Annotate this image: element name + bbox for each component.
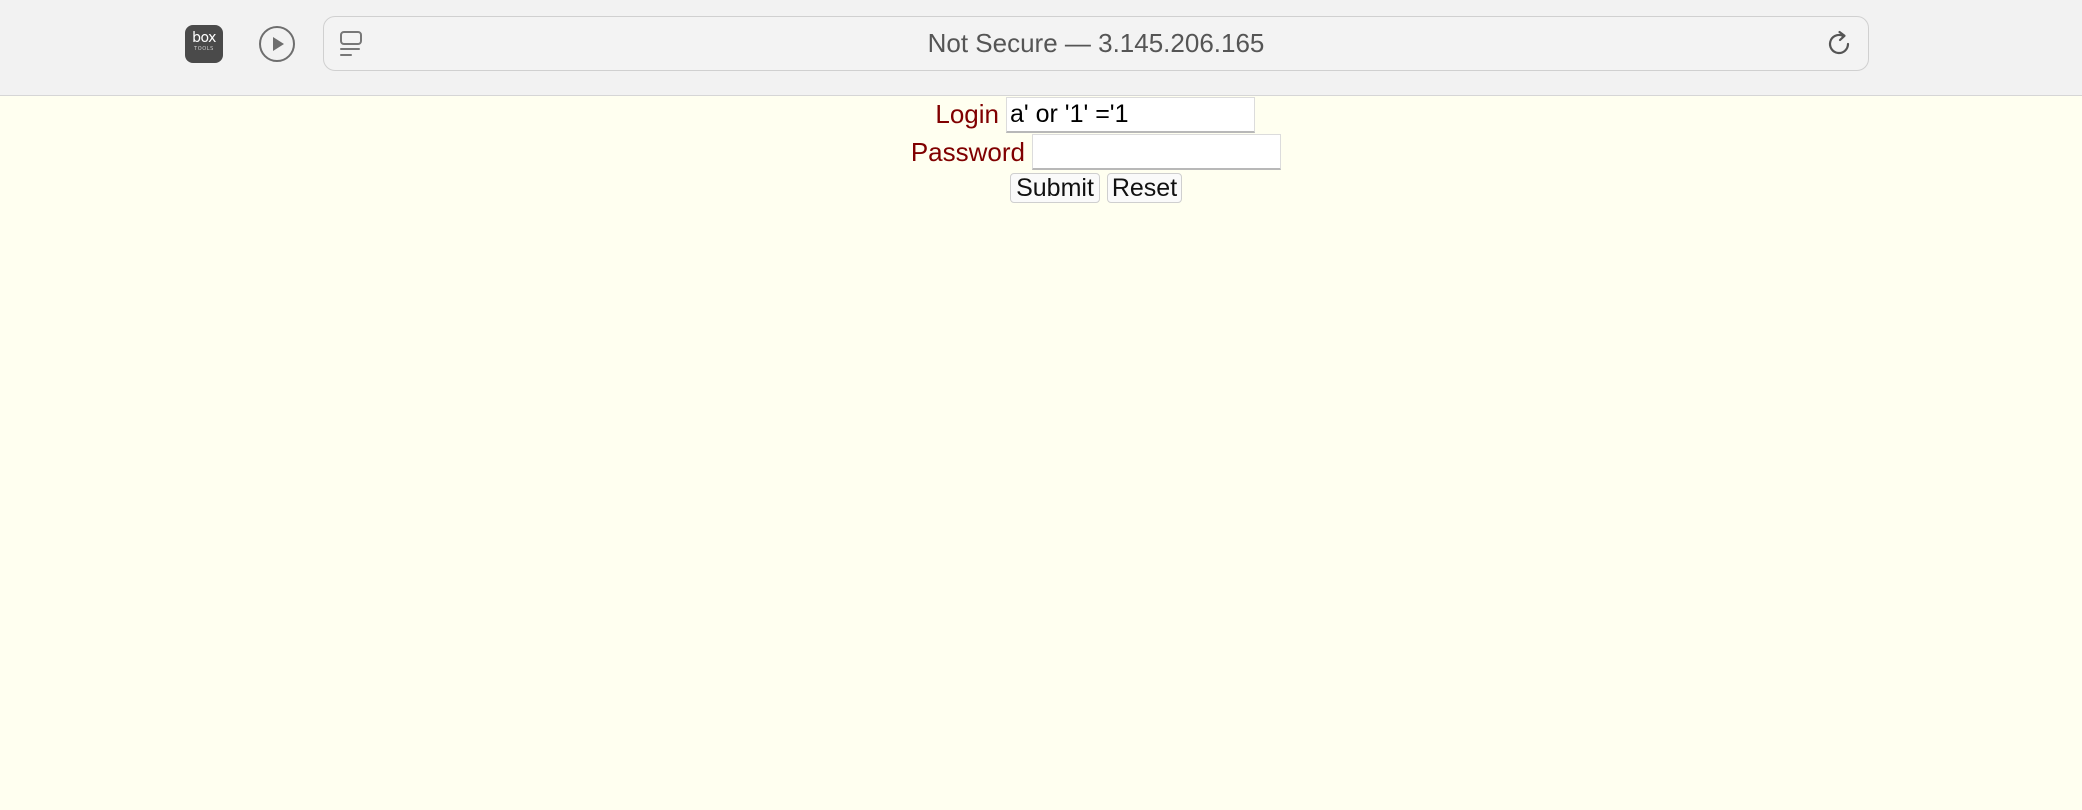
box-tools-icon-word: box [192, 30, 216, 46]
page-content: Login Password Submit Reset [0, 96, 2082, 810]
play-icon[interactable] [258, 25, 296, 63]
box-tools-extension-icon[interactable]: box TOOLS [185, 25, 223, 63]
password-label: Password [910, 137, 1025, 167]
password-input[interactable] [1032, 134, 1281, 170]
address-bar[interactable]: Not Secure — 3.145.206.165 [323, 16, 1869, 71]
reset-button[interactable]: Reset [1107, 173, 1182, 203]
submit-button[interactable]: Submit [1010, 173, 1100, 203]
box-tools-icon-subword: TOOLS [194, 46, 214, 52]
login-input[interactable] [1006, 97, 1255, 133]
browser-toolbar: box TOOLS Not Secure — 3.145.206.165 [0, 0, 2082, 96]
address-url-text[interactable]: Not Secure — 3.145.206.165 [324, 17, 1868, 70]
reload-icon[interactable] [1826, 30, 1854, 58]
login-label: Login [935, 99, 999, 129]
